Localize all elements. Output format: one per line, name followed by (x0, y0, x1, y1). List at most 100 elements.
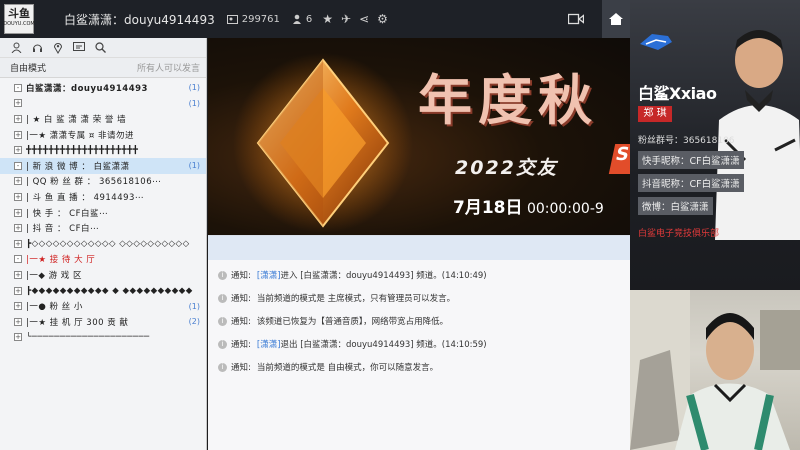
expand-icon[interactable]: + (14, 317, 22, 326)
banner-title: 年度秋 (418, 68, 598, 132)
notice-message: i 通知: [潇潇] 进入 [白鲨潇潇：douyu4914493] 频道。(14:1… (218, 269, 487, 281)
user-icon (292, 14, 301, 24)
mode-selector[interactable]: 自由模式 所有人可以发言 (0, 58, 206, 78)
channel-row[interactable]: + | 抖 音 ： CF白⋯ (0, 220, 206, 236)
logo-subtext: DOUYU.COM (3, 21, 35, 27)
banner-date-day: 7月18日 (453, 198, 523, 218)
channel-user-count: (2) (188, 317, 200, 327)
logo-text: 斗鱼 (8, 7, 30, 20)
channel-row[interactable]: + ┣◇◇◇◇◇◇◇◇◇◇◇◇ ◇◇◇◇◇◇◇◇◇◇ (0, 236, 206, 252)
app-window: 斗鱼 DOUYU.COM 白鲨潇潇：douyu4914493 299761 6 … (0, 0, 800, 450)
channel-user-count: (1) (188, 161, 200, 171)
channel-name: |一◆ 游 戏 区 (26, 270, 83, 281)
viewer-count: 299761 (241, 13, 280, 25)
video-icon[interactable] (568, 13, 584, 25)
top-bar: 斗鱼 DOUYU.COM 白鲨潇潇：douyu4914493 299761 6 … (0, 0, 630, 38)
expand-icon[interactable]: + (14, 130, 22, 139)
message-header-strip (208, 236, 630, 260)
channel-row[interactable]: + (1) (0, 96, 206, 112)
club-name: 白鲨电子竞技俱乐部 (638, 229, 720, 239)
channel-name: | ★ 白 鲨 潇 潇 荣 誉 墙 (26, 114, 127, 125)
streamer-name: 白鲨Xxiao (638, 84, 717, 103)
notice-message: i 通知: 当前频道的模式是 主席模式，只有管理员可以发言。 (218, 292, 455, 304)
channel-row[interactable]: + |一★ 挂 机 厅 300 贡 献 (2) (0, 314, 206, 330)
notice-message: i 通知: [潇潇] 退出 [白鲨潇潇：douyu4914493] 频道。(14:1… (218, 338, 487, 350)
banner-date-time: 00:00:00-9 (522, 201, 604, 217)
expand-icon[interactable]: + (14, 333, 22, 342)
expand-icon[interactable]: + (14, 208, 22, 217)
expand-icon[interactable]: + (14, 302, 22, 311)
home-button[interactable] (602, 0, 630, 38)
user-link[interactable]: [潇潇] (257, 269, 281, 281)
home-icon (609, 13, 623, 25)
expand-icon[interactable]: + (14, 239, 22, 248)
expand-icon[interactable]: + (14, 192, 22, 201)
channel-row[interactable]: - | 新 浪 微 博 ： 白鲨潇潇 (1) (0, 157, 206, 174)
channel-row[interactable]: + |一● 粉 丝 小 (1) (0, 298, 206, 314)
channel-user-count: (1) (188, 98, 200, 108)
info-icon: i (218, 362, 227, 372)
douyin-nickname: 抖音昵称：CF白鲨潇潇 (638, 174, 744, 192)
weibo-name: 微博：白鲨潇潇 (638, 197, 713, 215)
id-card-icon (226, 14, 238, 24)
notice-text: 当前频道的模式是 自由模式，你可以随意发言。 (256, 363, 439, 373)
channel-row[interactable]: + | ★ 白 鲨 潇 潇 荣 誉 墙 (0, 111, 206, 127)
channel-name: | 快 手 ： CF白鲨⋯ (26, 208, 108, 219)
channel-row[interactable]: + ┣◆◆◆◆◆◆◆◆◆◆◆ ◆ ◆◆◆◆◆◆◆◆◆◆ (0, 283, 206, 299)
douyu-logo[interactable]: 斗鱼 DOUYU.COM (3, 4, 35, 34)
collapse-icon[interactable]: - (14, 83, 22, 92)
channel-panel: 自由模式 所有人可以发言 - 白鲨潇潇：douyu4914493 (1) + (1) + |… (0, 38, 207, 450)
channel-row[interactable]: + | QQ 粉 丝 群 ： 365618106⋯ (0, 174, 206, 190)
board-icon[interactable] (72, 41, 86, 55)
collapse-icon[interactable]: - (14, 255, 22, 264)
event-banner[interactable]: 年度秋 2022交友 S 7月18日 00:00:00-9 (208, 38, 630, 235)
channel-name: | 斗 鱼 直 播 ： 4914493⋯ (26, 192, 144, 203)
expand-icon[interactable]: + (14, 146, 22, 155)
airplane-icon[interactable]: ✈ (341, 12, 351, 26)
channel-row[interactable]: + | 快 手 ： CF白鲨⋯ (0, 205, 206, 221)
search-icon[interactable] (93, 41, 107, 55)
team-logo (640, 34, 672, 50)
expand-icon[interactable]: + (14, 114, 22, 123)
expand-icon[interactable]: + (14, 286, 22, 295)
channel-row[interactable]: + ╋╋╋╋╋╋╋╋╋╋╋╋╋╋╋╋╋╋╋╋ (0, 142, 206, 158)
channel-name: | QQ 粉 丝 群 ： 365618106⋯ (26, 177, 162, 188)
channel-row[interactable]: + |一◆ 游 戏 区 (0, 267, 206, 283)
channel-name: | 新 浪 微 博 ： 白鲨潇潇 (26, 161, 130, 172)
expand-icon[interactable]: + (14, 99, 22, 108)
kuaishou-nickname: 快手昵称：CF白鲨潇潇 (638, 151, 744, 169)
panel-toolbar (0, 38, 206, 58)
channel-name: ┣◆◆◆◆◆◆◆◆◆◆◆ ◆ ◆◆◆◆◆◆◆◆◆◆ (26, 285, 193, 296)
mode-label: 自由模式 (10, 64, 47, 74)
channel-user-count: (1) (188, 301, 200, 311)
channel-name: |一★ 潇潇专属 ¤ 非请勿进 (26, 130, 134, 141)
channel-row[interactable]: + └───────────────────── (0, 330, 206, 346)
channel-row[interactable]: + |一★ 潇潇专属 ¤ 非请勿进 (0, 127, 206, 143)
notice-message: i 通知: 当前频道的模式是 自由模式，你可以随意发言。 (218, 361, 438, 373)
notice-prefix: 通知: (231, 294, 251, 304)
webcam-view (630, 290, 800, 450)
headset-icon[interactable] (30, 41, 44, 55)
notice-text: 当前频道的模式是 主席模式，只有管理员可以发言。 (256, 294, 456, 304)
user-link[interactable]: [潇潇] (257, 338, 281, 350)
notice-message: i 通知: 该频道已恢复为【普通音质】，网络带宽占用降低。 (218, 315, 448, 327)
webcam-person (630, 290, 800, 450)
banner-subtitle: 2022交友 (455, 157, 558, 179)
location-icon[interactable] (51, 41, 65, 55)
channel-row[interactable]: - 白鲨潇潇：douyu4914493 (1) (0, 80, 206, 96)
channel-name: | 抖 音 ： CF白⋯ (26, 224, 99, 235)
settings-icon[interactable]: ⚙ (377, 12, 388, 26)
notice-text: 该频道已恢复为【普通音质】，网络带宽占用降低。 (256, 317, 449, 327)
collapse-icon[interactable]: - (14, 161, 22, 170)
star-icon[interactable]: ★ (322, 12, 333, 26)
expand-icon[interactable]: + (14, 270, 22, 279)
share-icon[interactable]: ⋖ (359, 12, 369, 26)
expand-icon[interactable]: + (14, 177, 22, 186)
viewer-stat: 299761 (226, 13, 280, 25)
expand-icon[interactable]: + (14, 224, 22, 233)
notice-prefix: 通知: (231, 340, 251, 350)
channel-row[interactable]: - |一★ 接 待 大 厅 (0, 252, 206, 268)
channel-row[interactable]: + | 斗 鱼 直 播 ： 4914493⋯ (0, 189, 206, 205)
user-stat: 6 (292, 14, 312, 25)
person-icon[interactable] (9, 41, 23, 55)
